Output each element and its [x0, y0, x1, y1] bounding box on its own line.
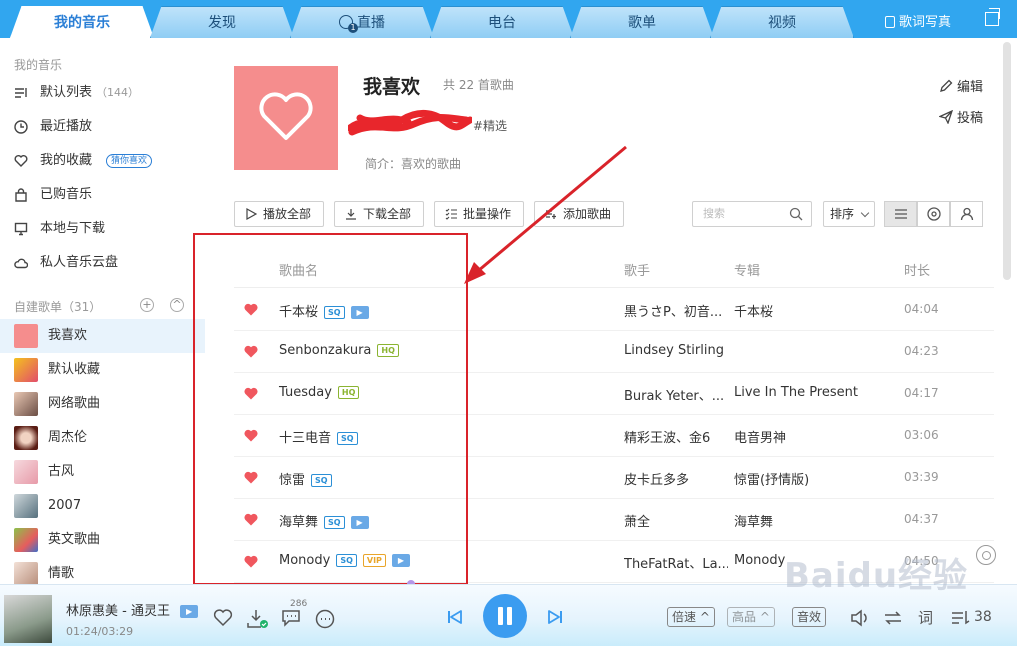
now-playing-time: 01:24/03:29: [66, 625, 134, 638]
now-playing-title[interactable]: 林原惠美 - 通灵王 ▶: [66, 600, 199, 619]
now-playing-cover[interactable]: [4, 595, 52, 643]
playback-speed-button[interactable]: 倍速 ^: [667, 607, 715, 627]
quality-button[interactable]: 高品 ^: [727, 607, 775, 627]
pause-button[interactable]: [483, 594, 527, 638]
loop-mode-icon[interactable]: [883, 609, 903, 627]
download-icon[interactable]: [247, 609, 269, 629]
comment-icon[interactable]: [281, 609, 301, 627]
more-icon[interactable]: [315, 609, 335, 629]
queue-count: 38: [974, 609, 992, 625]
like-heart-icon[interactable]: [213, 609, 233, 627]
baidu-watermark: Baidu经验: [784, 556, 969, 596]
volume-icon[interactable]: [850, 609, 870, 627]
comment-count: 286: [290, 599, 308, 609]
next-track-icon[interactable]: [547, 609, 563, 625]
music-app-window: 我的音乐 发现 直播 电台 歌单 视频 歌词写真 我的音乐 默认列表（144） …: [0, 0, 1017, 646]
mv-icon[interactable]: ▶: [180, 605, 199, 618]
scrollbar[interactable]: [1003, 42, 1011, 280]
locate-current-song-icon[interactable]: [976, 545, 996, 565]
sound-effect-button[interactable]: 音效: [792, 607, 827, 627]
playlist-queue-icon[interactable]: [950, 609, 970, 627]
previous-track-icon[interactable]: [447, 609, 463, 625]
lyrics-button[interactable]: 词: [918, 607, 933, 628]
